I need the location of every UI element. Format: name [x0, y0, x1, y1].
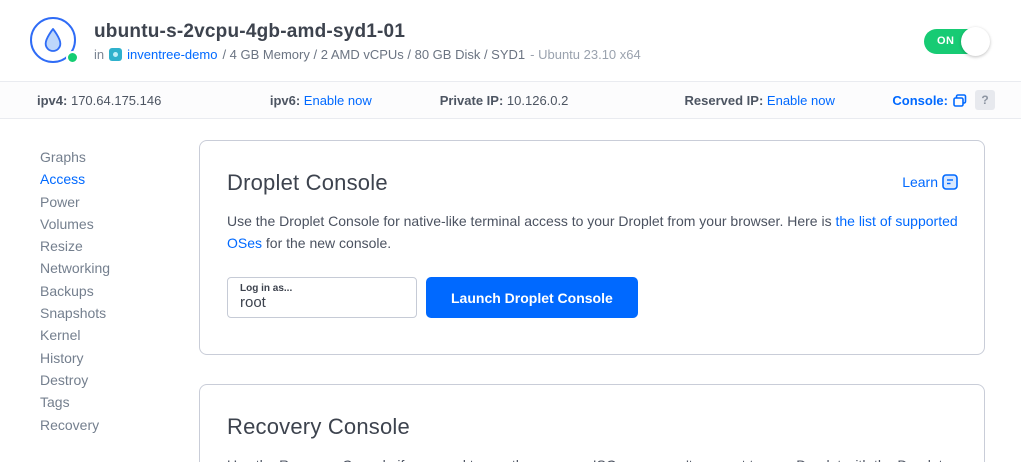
power-toggle[interactable]: ON [924, 29, 987, 54]
sidebar-item-graphs[interactable]: Graphs [40, 146, 199, 168]
main-column: Droplet Console Learn Use the Droplet Co… [199, 119, 1021, 462]
console-controls: Log in as... Launch Droplet Console [227, 277, 958, 318]
private-ip-info: Private IP: 10.126.0.2 [440, 93, 685, 108]
console-link[interactable]: Console: [892, 93, 967, 108]
reserved-ip-enable-link[interactable]: Enable now [767, 93, 835, 108]
droplet-header: ubuntu-s-2vcpu-4gb-amd-syd1-01 in invent… [0, 0, 1021, 81]
ipv4-info: ipv4: 170.64.175.146 [37, 93, 270, 108]
recovery-console-description: Use the Recovery Console if you need to … [227, 454, 958, 462]
droplet-specs: / 4 GB Memory / 2 AMD vCPUs / 80 GB Disk… [222, 47, 525, 62]
reserved-ip-info: Reserved IP: Enable now [685, 93, 893, 108]
droplet-console-header: Droplet Console Learn [227, 170, 958, 196]
sidebar-item-power[interactable]: Power [40, 191, 199, 213]
recovery-console-header: Recovery Console [227, 414, 958, 440]
project-link[interactable]: inventree-demo [127, 47, 217, 62]
recovery-console-title: Recovery Console [227, 414, 410, 440]
sidebar-item-destroy[interactable]: Destroy [40, 369, 199, 391]
droplet-os: - Ubuntu 23.10 x64 [530, 47, 641, 62]
help-button[interactable]: ? [975, 90, 995, 110]
description-text-2: for the new console. [262, 235, 391, 251]
learn-label: Learn [902, 174, 938, 190]
sidebar-item-networking[interactable]: Networking [40, 257, 199, 279]
droplet-console-card: Droplet Console Learn Use the Droplet Co… [199, 140, 985, 355]
ipv4-label: ipv4: [37, 93, 67, 108]
sidebar-item-snapshots[interactable]: Snapshots [40, 302, 199, 324]
sidebar-item-access[interactable]: Access [40, 168, 199, 190]
droplet-sidebar: Graphs Access Power Volumes Resize Netwo… [0, 119, 199, 436]
ipv6-info: ipv6: Enable now [270, 93, 440, 108]
sidebar-item-history[interactable]: History [40, 347, 199, 369]
private-ip-value: 10.126.0.2 [507, 93, 568, 108]
power-toggle-knob[interactable] [961, 27, 990, 56]
reserved-ip-label: Reserved IP: [685, 93, 764, 108]
sidebar-item-recovery[interactable]: Recovery [40, 414, 199, 436]
login-as-label: Log in as... [240, 283, 406, 294]
login-as-field[interactable]: Log in as... [227, 277, 417, 318]
sidebar-item-backups[interactable]: Backups [40, 280, 199, 302]
sidebar-item-volumes[interactable]: Volumes [40, 213, 199, 235]
console-window-icon [953, 94, 967, 107]
power-toggle-label: ON [937, 35, 955, 47]
ipv6-label: ipv6: [270, 93, 300, 108]
description-text-1: Use the Droplet Console for native-like … [227, 213, 835, 229]
project-icon [109, 48, 122, 61]
sidebar-item-kernel[interactable]: Kernel [40, 324, 199, 346]
droplet-subtitle: in inventree-demo / 4 GB Memory / 2 AMD … [94, 47, 641, 62]
status-online-dot [66, 51, 79, 64]
ipv6-enable-link[interactable]: Enable now [304, 93, 372, 108]
sidebar-item-resize[interactable]: Resize [40, 235, 199, 257]
droplet-avatar [30, 17, 78, 65]
sidebar-item-tags[interactable]: Tags [40, 391, 199, 413]
launch-droplet-console-button[interactable]: Launch Droplet Console [426, 277, 638, 318]
page-title: ubuntu-s-2vcpu-4gb-amd-syd1-01 [94, 21, 641, 43]
droplet-console-title: Droplet Console [227, 170, 388, 196]
droplet-heading-block: ubuntu-s-2vcpu-4gb-amd-syd1-01 in invent… [94, 21, 641, 62]
learn-doc-icon [942, 174, 958, 190]
ipv4-value: 170.64.175.146 [71, 93, 161, 108]
content-area: Graphs Access Power Volumes Resize Netwo… [0, 119, 1021, 462]
network-info-bar: ipv4: 170.64.175.146 ipv6: Enable now Pr… [0, 81, 1021, 119]
console-launcher: Console: ? [892, 90, 1021, 110]
learn-link[interactable]: Learn [902, 174, 958, 190]
recovery-console-card: Recovery Console Use the Recovery Consol… [199, 384, 985, 462]
droplet-console-description: Use the Droplet Console for native-like … [227, 210, 958, 254]
in-label: in [94, 47, 104, 62]
login-as-input[interactable] [240, 294, 406, 311]
private-ip-label: Private IP: [440, 93, 504, 108]
console-label: Console: [892, 93, 948, 108]
